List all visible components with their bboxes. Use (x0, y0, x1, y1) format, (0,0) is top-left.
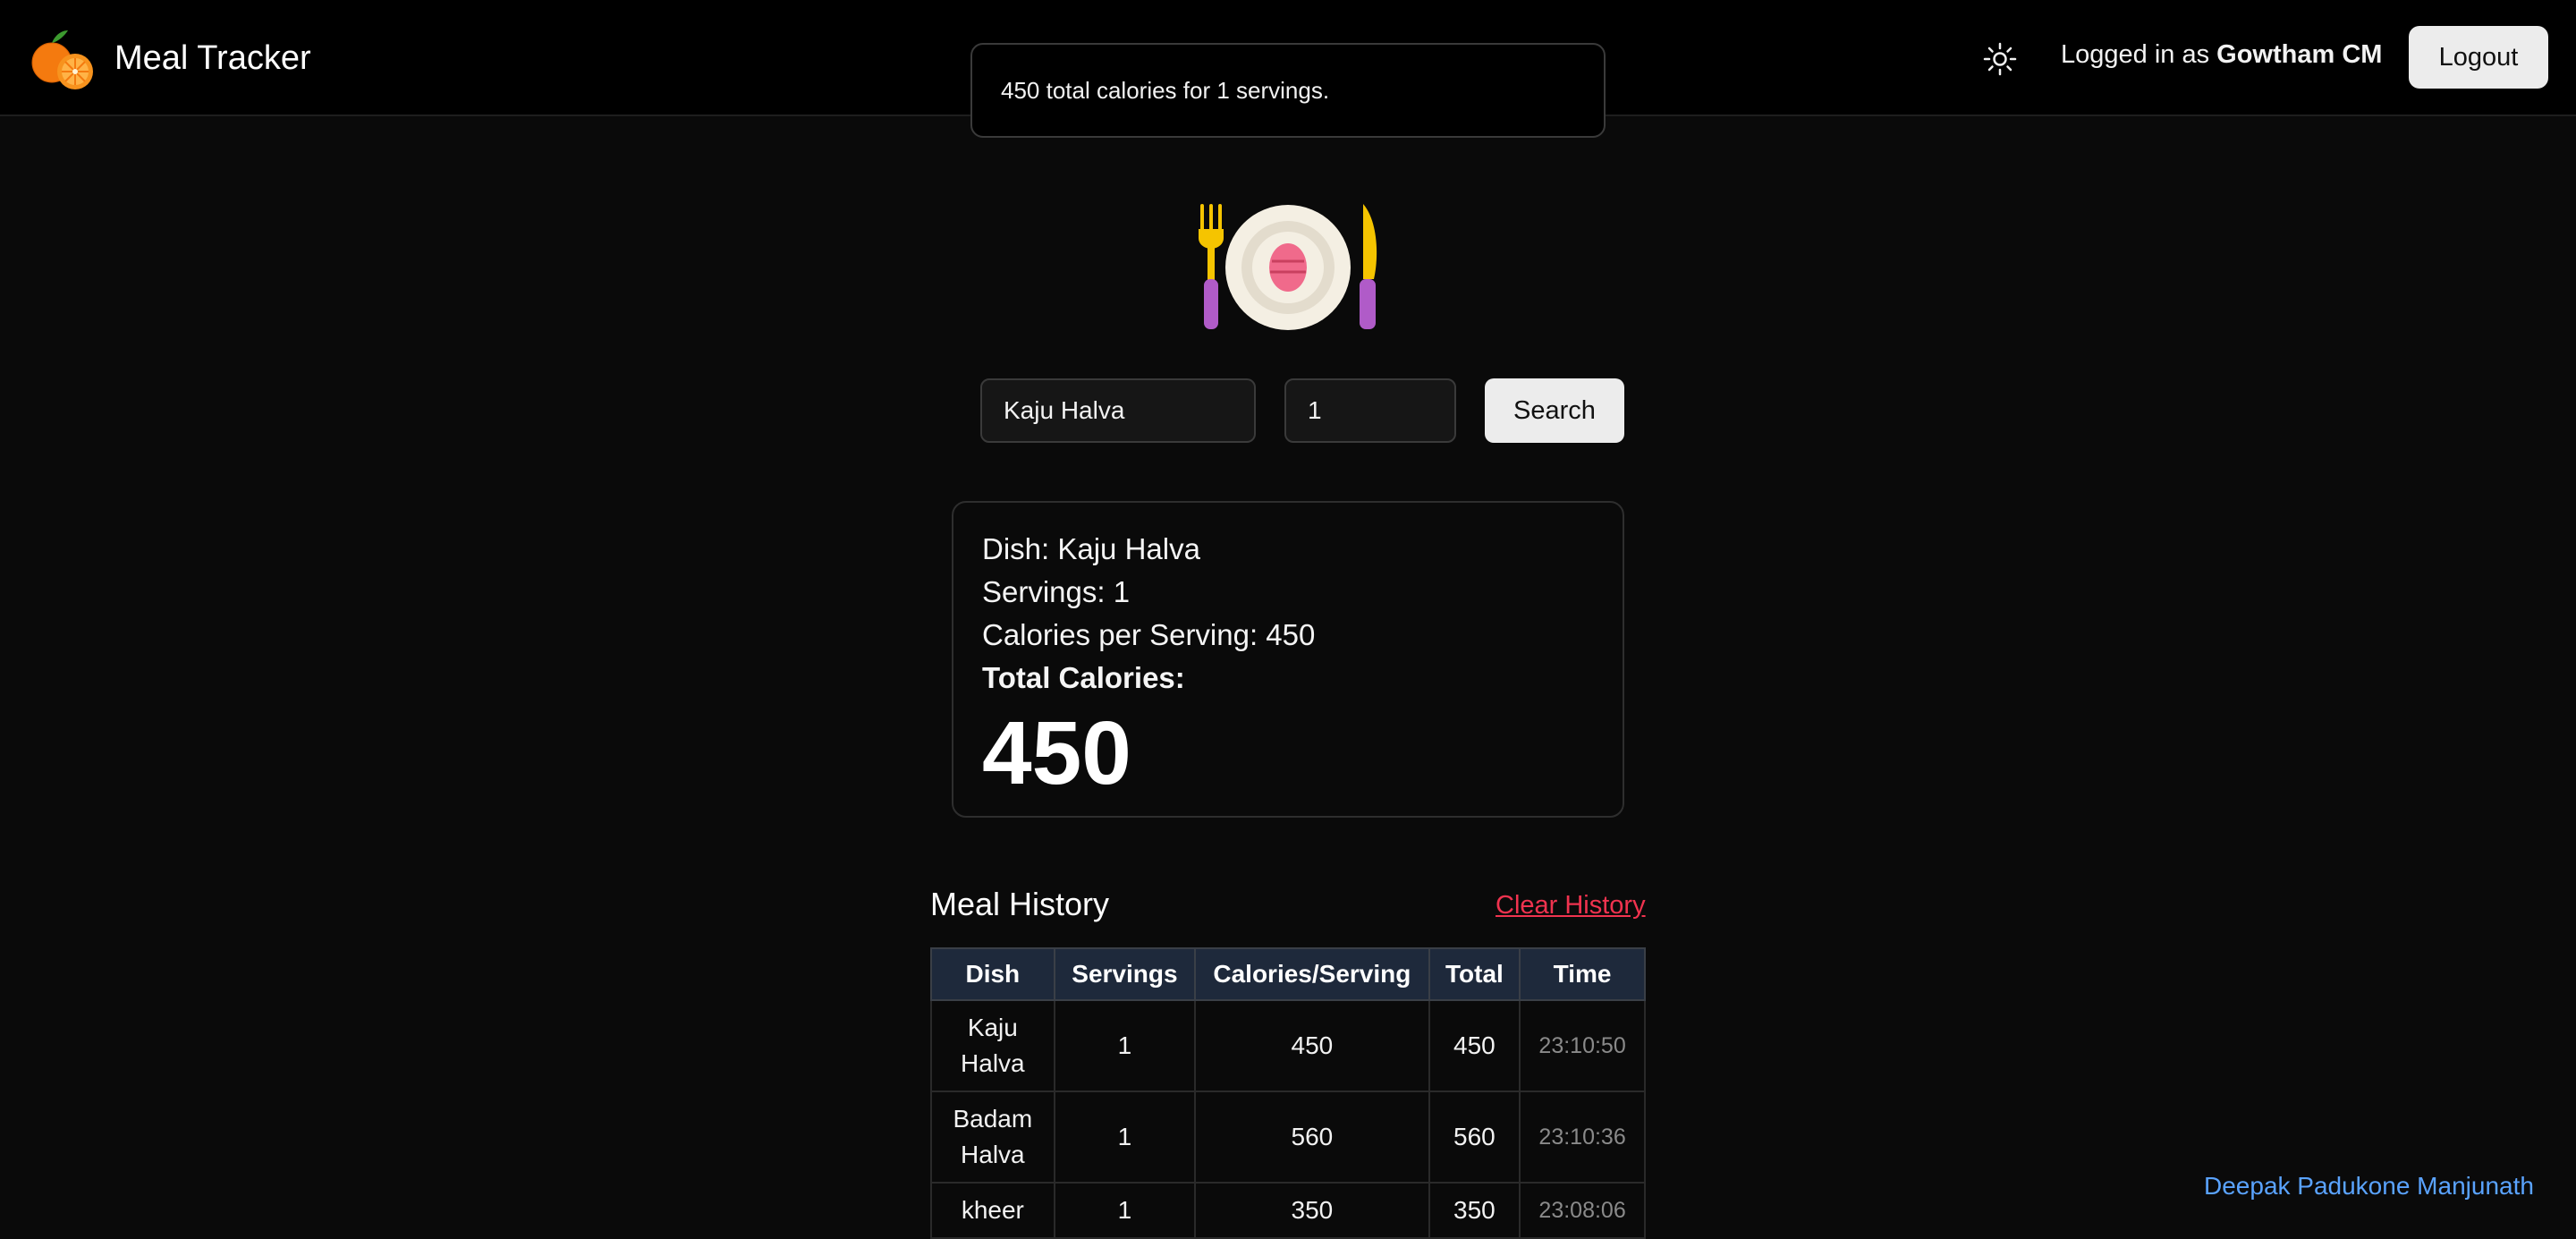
table-row: Badam Halva 1 560 560 23:10:36 (930, 1090, 1646, 1184)
toast-notification: 450 total calories for 1 servings. (970, 43, 1606, 138)
cell-total: 450 (1428, 999, 1521, 1092)
cell-servings: 1 (1053, 1090, 1197, 1184)
search-button[interactable]: Search (1485, 378, 1624, 443)
table-row: kheer 1 350 350 23:08:06 (930, 1182, 1646, 1239)
footer-credit-link[interactable]: Deepak Padukone Manjunath (2204, 1172, 2534, 1201)
cell-calories-per-serving: 350 (1194, 1182, 1430, 1239)
result-calories-per-serving: Calories per Serving: 450 (982, 618, 1316, 651)
column-header-calories-per-serving: Calories/Serving (1194, 947, 1430, 1001)
sun-icon[interactable] (1982, 41, 2018, 77)
cell-servings: 1 (1053, 999, 1197, 1092)
app-title: Meal Tracker (114, 38, 311, 77)
total-calories-value: 450 (982, 703, 1131, 803)
cell-calories-per-serving: 450 (1194, 999, 1430, 1092)
table-row: Kaju Halva 1 450 450 23:10:50 (930, 999, 1646, 1092)
dish-name-line: Halva (961, 1141, 1025, 1168)
orange-fruit-logo-icon (31, 30, 93, 89)
column-header-time: Time (1519, 947, 1646, 1001)
dish-name-line: Kaju (967, 1014, 1018, 1041)
meal-history-title: Meal History (930, 886, 1110, 922)
brand[interactable]: Meal Tracker (27, 21, 311, 95)
dish-search-input[interactable] (980, 378, 1256, 443)
table-header-row: Dish Servings Calories/Serving Total Tim… (930, 947, 1646, 1001)
login-status: Logged in as Gowtham CM (2061, 40, 2382, 70)
plate-fork-knife-icon (1199, 204, 1377, 330)
cell-calories-per-serving: 560 (1194, 1090, 1430, 1184)
toast-message: 450 total calories for 1 servings. (1001, 76, 1330, 104)
dish-name-line: Badam (953, 1105, 1033, 1133)
result-dish: Dish: Kaju Halva (982, 532, 1200, 565)
cell-total: 560 (1428, 1090, 1521, 1184)
dish-name-line: Halva (961, 1049, 1025, 1077)
total-calories-label: Total Calories: (982, 661, 1185, 694)
cell-time: 23:08:06 (1519, 1182, 1646, 1239)
cell-dish: Kaju Halva (930, 999, 1055, 1092)
column-header-servings: Servings (1053, 947, 1197, 1001)
servings-input[interactable] (1284, 378, 1456, 443)
dish-name-line: kheer (961, 1196, 1024, 1224)
clear-history-link[interactable]: Clear History (1496, 891, 1646, 921)
column-header-total: Total (1428, 947, 1521, 1001)
user-name: Gowtham CM (2216, 40, 2383, 69)
result-card: Dish: Kaju Halva Servings: 1 Calories pe… (952, 501, 1624, 818)
cell-total: 350 (1428, 1182, 1521, 1239)
cell-time: 23:10:36 (1519, 1090, 1646, 1184)
logout-button[interactable]: Logout (2409, 26, 2548, 89)
result-servings: Servings: 1 (982, 575, 1131, 608)
cell-dish: Badam Halva (930, 1090, 1055, 1184)
cell-servings: 1 (1053, 1182, 1197, 1239)
cell-dish: kheer (930, 1182, 1055, 1239)
login-prefix: Logged in as (2061, 40, 2210, 69)
column-header-dish: Dish (930, 947, 1055, 1001)
cell-time: 23:10:50 (1519, 999, 1646, 1092)
meal-history-table: Dish Servings Calories/Serving Total Tim… (930, 947, 1646, 1239)
